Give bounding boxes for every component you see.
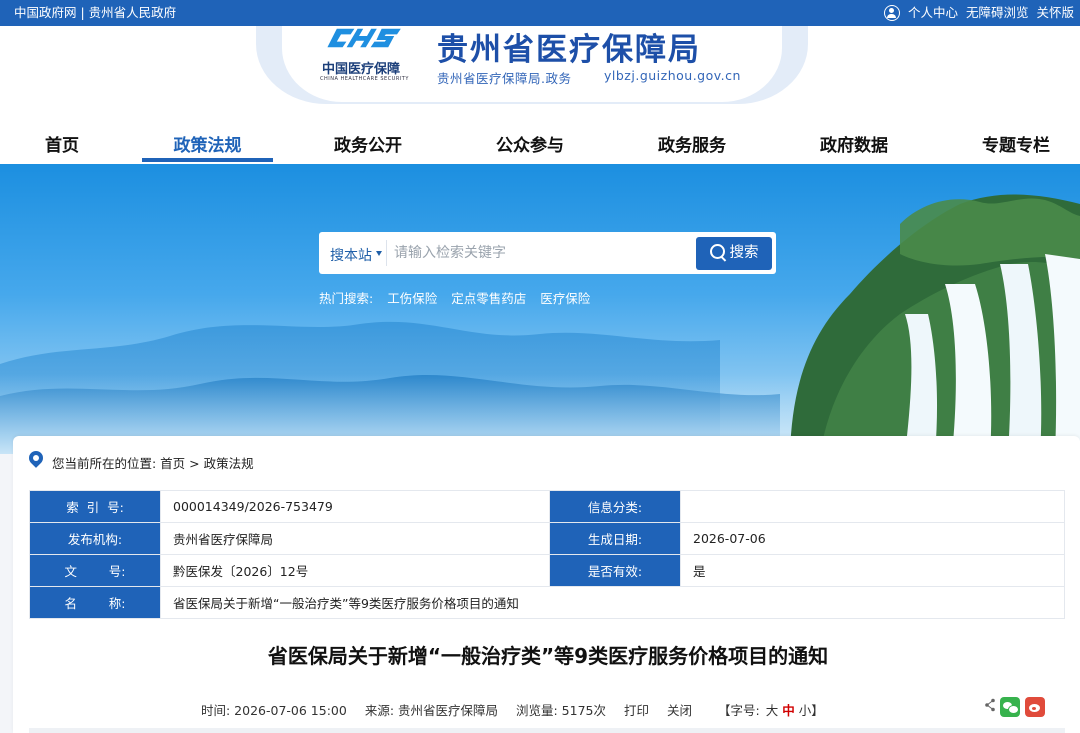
font-size-medium[interactable]: 中 bbox=[782, 703, 795, 718]
search-input[interactable] bbox=[394, 236, 684, 270]
date-value: 2026-07-06 bbox=[680, 522, 1065, 555]
font-size-label: 【字号: bbox=[717, 703, 760, 718]
font-size-small[interactable]: 小】 bbox=[799, 703, 824, 718]
hot-term-medical-insurance[interactable]: 医疗保险 bbox=[540, 291, 590, 306]
wechat-icon[interactable] bbox=[1000, 697, 1020, 717]
category-value bbox=[680, 490, 1065, 523]
user-icon[interactable] bbox=[883, 5, 900, 21]
nav-active-underline bbox=[142, 158, 273, 162]
nav-gov-data[interactable]: 政府数据 bbox=[804, 134, 904, 164]
valid-value: 是 bbox=[680, 554, 1065, 587]
org-value: 贵州省医疗保障局 bbox=[160, 522, 550, 555]
table-row: 索 引 号: 000014349/2026-753479 信息分类: bbox=[29, 490, 1065, 523]
nav-gov-service[interactable]: 政务服务 bbox=[642, 134, 742, 164]
search-button[interactable]: 搜索 bbox=[696, 237, 772, 270]
docno-value: 黔医保发〔2026〕12号 bbox=[160, 554, 550, 587]
share-icon[interactable] bbox=[985, 698, 995, 712]
accessibility-link[interactable]: 无障碍浏览 bbox=[966, 0, 1029, 26]
site-subtitle: 贵州省医疗保障局.政务 bbox=[437, 71, 572, 86]
logo-cn-text: 中国医疗保障 bbox=[322, 62, 401, 77]
search-divider bbox=[386, 240, 387, 266]
breadcrumb[interactable]: 您当前所在的位置: 首页 > 政策法规 bbox=[52, 453, 254, 472]
hot-term-injury-insurance[interactable]: 工伤保险 bbox=[387, 291, 437, 306]
nav-home[interactable]: 首页 bbox=[22, 134, 102, 164]
date-label: 生成日期: bbox=[549, 522, 681, 555]
nav-gov-open[interactable]: 政务公开 bbox=[318, 134, 418, 164]
logo-en-text: CHINA HEALTHCARE SECURITY bbox=[320, 76, 409, 82]
gov-links[interactable]: 中国政府网 | 贵州省人民政府 bbox=[14, 0, 176, 26]
care-version-link[interactable]: 关怀版 bbox=[1036, 0, 1074, 26]
table-row: 名 称: 省医保局关于新增“一般治疗类”等9类医疗服务价格项目的通知 bbox=[29, 586, 1065, 619]
search-scope-select[interactable]: 搜本站 bbox=[330, 245, 372, 265]
document-info-table: 索 引 号: 000014349/2026-753479 信息分类: 发布机构:… bbox=[29, 490, 1065, 619]
nav-public-participation[interactable]: 公众参与 bbox=[480, 134, 580, 164]
chevron-down-icon[interactable] bbox=[376, 251, 382, 256]
table-row: 文 号: 黔医保发〔2026〕12号 是否有效: 是 bbox=[29, 554, 1065, 587]
top-right-links: 个人中心 无障碍浏览 关怀版 bbox=[876, 0, 1074, 26]
search-button-label: 搜索 bbox=[729, 245, 759, 261]
table-row: 发布机构: 贵州省医疗保障局 生成日期: 2026-07-06 bbox=[29, 522, 1065, 555]
chs-logo bbox=[327, 28, 401, 48]
personal-center-link[interactable]: 个人中心 bbox=[908, 0, 958, 26]
print-link[interactable]: 打印 bbox=[624, 703, 649, 718]
name-value: 省医保局关于新增“一般治疗类”等9类医疗服务价格项目的通知 bbox=[160, 586, 1065, 619]
publish-time: 时间: 2026-07-06 15:00 bbox=[201, 703, 347, 718]
category-label: 信息分类: bbox=[549, 490, 681, 523]
document-meta: 时间: 2026-07-06 15:00 来源: 贵州省医疗保障局 浏览量: 5… bbox=[201, 700, 838, 719]
font-size-large[interactable]: 大 bbox=[766, 703, 779, 718]
close-link[interactable]: 关闭 bbox=[667, 703, 692, 718]
document-title: 省医保局关于新增“一般治疗类”等9类医疗服务价格项目的通知 bbox=[267, 644, 829, 668]
source: 来源: 贵州省医疗保障局 bbox=[364, 703, 498, 718]
hero-banner bbox=[0, 164, 1080, 454]
hot-search-label: 热门搜索: bbox=[319, 291, 374, 306]
docno-label: 文 号: bbox=[29, 554, 161, 587]
top-bar: 中国政府网 | 贵州省人民政府 个人中心 无障碍浏览 关怀版 bbox=[0, 0, 1080, 26]
site-title: 贵州省医疗保障局 bbox=[437, 32, 701, 68]
org-label: 发布机构: bbox=[29, 522, 161, 555]
site-url: ylbzj.guizhou.gov.cn bbox=[604, 68, 741, 83]
index-label: 索 引 号: bbox=[29, 490, 161, 523]
weibo-icon[interactable] bbox=[1025, 697, 1045, 717]
valid-label: 是否有效: bbox=[549, 554, 681, 587]
banner-landscape bbox=[0, 194, 1080, 454]
index-value: 000014349/2026-753479 bbox=[160, 490, 550, 523]
hot-term-pharmacy[interactable]: 定点零售药店 bbox=[451, 291, 526, 306]
content-divider bbox=[29, 728, 1065, 733]
search-icon bbox=[709, 244, 725, 259]
hot-search: 热门搜索: 工伤保险 定点零售药店 医疗保险 bbox=[319, 288, 600, 307]
name-label: 名 称: bbox=[29, 586, 161, 619]
nav-special[interactable]: 专题专栏 bbox=[966, 134, 1066, 164]
view-count: 浏览量: 5175次 bbox=[515, 703, 606, 718]
